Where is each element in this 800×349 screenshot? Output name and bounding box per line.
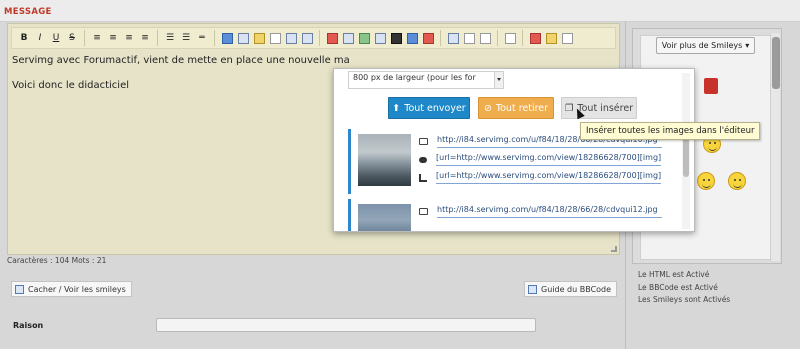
email-icon[interactable] xyxy=(405,30,419,46)
image-entry: http://i84.servimg.com/u/f84/18/28/66/28… xyxy=(348,199,676,231)
image-icon xyxy=(419,138,428,145)
bullet-list-icon[interactable]: ☰ xyxy=(163,30,177,46)
image-size-value: 800 px de largeur (pour les for xyxy=(353,73,476,82)
bbcode-link-row: [url=http://www.servimg.com/view/1828662… xyxy=(419,153,661,166)
more-smileys-label: Voir plus de Smileys xyxy=(661,41,743,50)
toggle-smileys-label: Cacher / Voir les smileys xyxy=(28,284,126,294)
status-lines: Le HTML est Activé Le BBCode est Activé … xyxy=(638,269,730,307)
image-icon xyxy=(419,208,428,215)
help-icon xyxy=(528,284,537,294)
raison-input[interactable] xyxy=(156,318,536,332)
image-icon[interactable] xyxy=(341,30,355,46)
video-icon[interactable] xyxy=(357,30,371,46)
source-icon[interactable] xyxy=(560,30,574,46)
send-all-label: Tout envoyer xyxy=(404,102,466,114)
align-right-icon[interactable]: ≡ xyxy=(122,30,136,46)
direct-link-field[interactable]: http://i84.servimg.com/u/f84/18/28/66/28… xyxy=(437,205,662,218)
smiley-toggle-icon xyxy=(15,284,24,294)
direct-link-row: http://i84.servimg.com/u/f84/18/28/66/28… xyxy=(419,205,662,218)
underline-button[interactable]: U xyxy=(49,30,63,46)
paste-icon[interactable] xyxy=(544,30,558,46)
smiley-thumbs-icon[interactable] xyxy=(697,172,715,190)
image-thumbnail[interactable] xyxy=(358,134,411,186)
color-icon[interactable] xyxy=(421,30,435,46)
image-upload-popup: 800 px de largeur (pour les for ⬆ Tout e… xyxy=(333,68,695,232)
spoiler-icon[interactable] xyxy=(252,30,266,46)
horizontal-rule-icon[interactable]: ═ xyxy=(195,30,209,46)
popup-scrollbar[interactable] xyxy=(682,73,690,229)
copy-icon: ❐ xyxy=(564,102,574,114)
toolbar-divider xyxy=(497,30,498,46)
toolbar-divider xyxy=(319,30,320,46)
toolbar-divider xyxy=(522,30,523,46)
more-icon[interactable] xyxy=(503,30,517,46)
table-icon[interactable] xyxy=(284,30,298,46)
bbcode-link-field[interactable]: [url=http://www.servimg.com/view/1828662… xyxy=(436,153,661,166)
strike-button[interactable]: S xyxy=(65,30,79,46)
chevron-down-icon xyxy=(494,72,503,88)
toolbar-divider xyxy=(440,30,441,46)
remove-all-button[interactable]: ⊘ Tout retirer xyxy=(478,97,554,119)
ban-icon: ⊘ xyxy=(483,102,492,114)
toolbar-divider xyxy=(84,30,85,46)
character-counter: Caractères : 104 Mots : 21 xyxy=(7,256,107,265)
image-size-select[interactable]: 800 px de largeur (pour les for xyxy=(348,71,504,89)
align-center-icon[interactable]: ≡ xyxy=(106,30,120,46)
hostimage-icon[interactable] xyxy=(325,30,339,46)
insert-all-button[interactable]: ❐ Tout insérer xyxy=(561,97,637,119)
remove-all-label: Tout retirer xyxy=(495,102,549,114)
crop-icon xyxy=(419,173,427,182)
resize-grip-icon[interactable] xyxy=(611,246,617,252)
font-size-icon[interactable] xyxy=(446,30,460,46)
numbered-list-icon[interactable]: ☰ xyxy=(179,30,193,46)
smiley-wink-icon[interactable] xyxy=(728,172,746,190)
scrollbar-thumb[interactable] xyxy=(772,37,780,89)
chevron-down-icon: ▾ xyxy=(745,41,750,50)
insert-all-tooltip: Insérer toutes les images dans l'éditeur xyxy=(580,122,761,140)
strike-color-icon[interactable] xyxy=(478,30,492,46)
send-all-button[interactable]: ⬆ Tout envoyer xyxy=(388,97,470,119)
bbcode-status: Le BBCode est Activé xyxy=(638,282,718,292)
editor-line-1: Servimg avec Forumactif, vient de mette … xyxy=(12,55,350,66)
toolbar-divider xyxy=(214,30,215,46)
editor-toolbar: B I U S ≡ ≡ ≡ ≡ ☰ ☰ ═ xyxy=(11,27,616,49)
upload-icon: ⬆ xyxy=(392,102,401,114)
insert-all-label: Tout insérer xyxy=(577,102,634,114)
image-thumbnail[interactable] xyxy=(358,204,411,231)
align-justify-icon[interactable]: ≡ xyxy=(138,30,152,46)
more-smileys-button[interactable]: Voir plus de Smileys ▾ xyxy=(656,37,755,54)
toolbar-divider xyxy=(157,30,158,46)
flash-icon[interactable] xyxy=(389,30,403,46)
scroll-icon[interactable] xyxy=(300,30,314,46)
raison-label: Raison xyxy=(13,321,44,330)
date-icon[interactable] xyxy=(528,30,542,46)
quote-icon[interactable] xyxy=(220,30,234,46)
code-icon[interactable] xyxy=(236,30,250,46)
smiley-scrollbar[interactable] xyxy=(770,33,780,261)
hide-icon[interactable] xyxy=(268,30,282,46)
message-title: MESSAGE xyxy=(4,7,52,17)
font-family-icon[interactable] xyxy=(462,30,476,46)
align-left-icon[interactable]: ≡ xyxy=(90,30,104,46)
comment-icon xyxy=(419,156,427,163)
message-header: MESSAGE xyxy=(0,0,800,22)
bold-button[interactable]: B xyxy=(17,30,31,46)
bbcode-guide-label: Guide du BBCode xyxy=(541,284,612,294)
crop-link-field[interactable]: [url=http://www.servimg.com/view/1828662… xyxy=(436,171,661,184)
smileys-status: Les Smileys sont Activés xyxy=(638,295,731,304)
smiley-red-icon[interactable] xyxy=(704,78,718,94)
bbcode-guide-button[interactable]: Guide du BBCode xyxy=(524,281,618,297)
italic-button[interactable]: I xyxy=(33,30,47,46)
link-icon[interactable] xyxy=(373,30,387,46)
html-status: Le HTML est Activé xyxy=(638,270,710,279)
toggle-smileys-button[interactable]: Cacher / Voir les smileys xyxy=(11,281,132,297)
crop-link-row: [url=http://www.servimg.com/view/1828662… xyxy=(419,171,661,184)
